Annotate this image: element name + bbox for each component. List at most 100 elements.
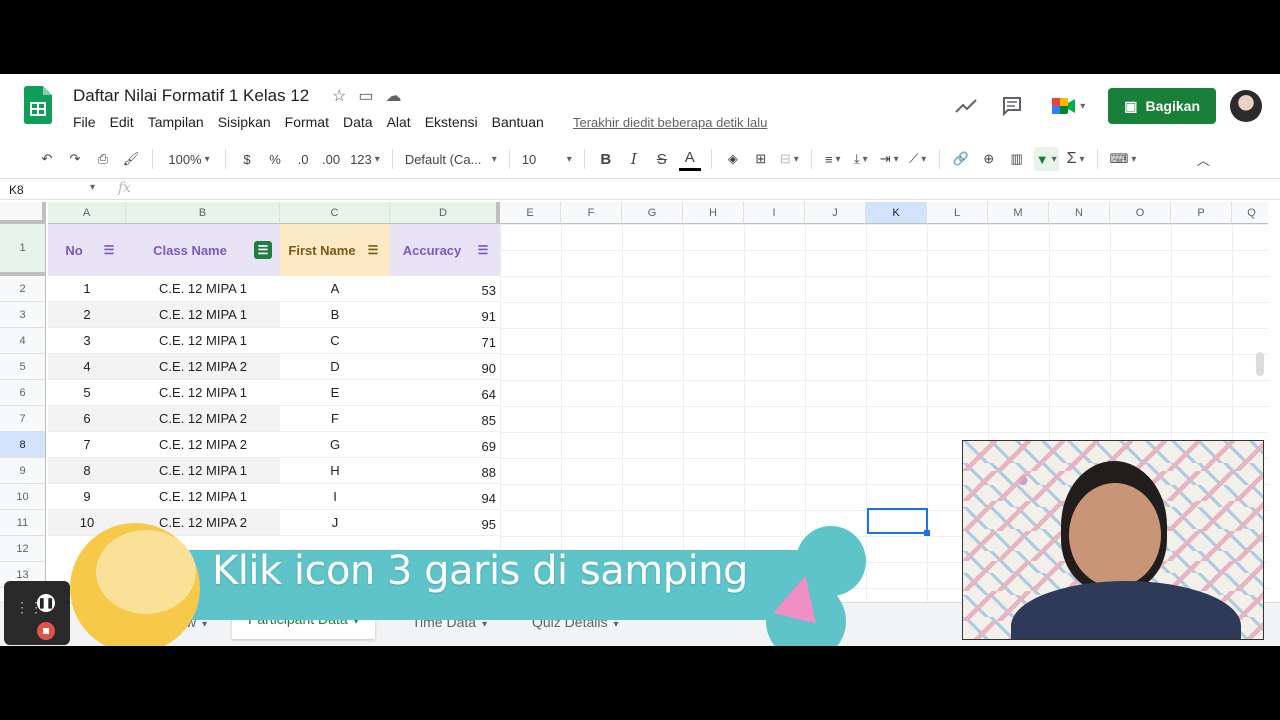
filter-list-icon[interactable]: ☰ bbox=[100, 241, 118, 259]
collapse-toolbar-icon[interactable]: ︿ bbox=[1192, 147, 1214, 171]
font-select[interactable]: Default (Ca... bbox=[403, 147, 499, 171]
menu-extensions[interactable]: Ekstensi bbox=[425, 114, 478, 130]
column-header-p[interactable]: P bbox=[1171, 202, 1232, 224]
menu-format[interactable]: Format bbox=[285, 114, 329, 130]
text-wrap-icon[interactable]: ⇥ bbox=[878, 147, 901, 171]
column-header-h[interactable]: H bbox=[683, 202, 744, 224]
row-header-11[interactable]: 11 bbox=[0, 510, 46, 536]
table-cell-class[interactable]: C.E. 12 MIPA 1 bbox=[126, 458, 280, 484]
font-size-select[interactable]: 10 bbox=[520, 147, 574, 171]
comments-icon[interactable] bbox=[996, 90, 1028, 122]
row-header-5[interactable]: 5 bbox=[0, 354, 46, 380]
table-cell-class[interactable]: C.E. 12 MIPA 2 bbox=[126, 354, 280, 380]
select-all-corner[interactable] bbox=[0, 202, 46, 224]
row-header-7[interactable]: 7 bbox=[0, 406, 46, 432]
filter-icon[interactable]: ▼ bbox=[1033, 147, 1059, 171]
bold-icon[interactable]: B bbox=[595, 147, 617, 171]
more-formats-select[interactable]: 123 bbox=[348, 147, 382, 171]
share-button[interactable]: ▣ Bagikan bbox=[1108, 88, 1216, 124]
menu-edit[interactable]: Edit bbox=[110, 114, 134, 130]
currency-format-button[interactable]: $ bbox=[236, 147, 258, 171]
stop-recording-button[interactable] bbox=[37, 622, 55, 640]
table-cell-no[interactable]: 6 bbox=[48, 406, 126, 432]
trending-icon[interactable] bbox=[950, 90, 982, 122]
insert-comment-icon[interactable]: ⊕ bbox=[978, 147, 1000, 171]
column-header-q[interactable]: Q bbox=[1232, 202, 1268, 224]
table-cell-first-name[interactable]: C bbox=[280, 328, 390, 354]
table-cell-no[interactable]: 4 bbox=[48, 354, 126, 380]
text-color-icon[interactable]: A bbox=[678, 147, 701, 171]
horizontal-align-icon[interactable]: ≡ bbox=[822, 147, 844, 171]
column-header-e[interactable]: E bbox=[500, 202, 561, 224]
table-cell-class[interactable]: C.E. 12 MIPA 1 bbox=[126, 276, 280, 302]
table-cell-no[interactable]: 3 bbox=[48, 328, 126, 354]
insert-link-icon[interactable]: 🔗 bbox=[950, 147, 972, 171]
strikethrough-icon[interactable]: S bbox=[651, 147, 673, 171]
table-cell-first-name[interactable]: F bbox=[280, 406, 390, 432]
table-cell-no[interactable]: 2 bbox=[48, 302, 126, 328]
merge-cells-icon[interactable]: ⊟ bbox=[778, 147, 801, 171]
undo-icon[interactable]: ↶ bbox=[36, 147, 58, 171]
header-cell-first-name[interactable]: First Name ☰ bbox=[280, 224, 390, 276]
filter-list-icon[interactable]: ☰ bbox=[474, 241, 492, 259]
move-folder-icon[interactable]: ▭ bbox=[358, 86, 373, 106]
functions-icon[interactable]: Σ bbox=[1065, 147, 1087, 171]
row-header-9[interactable]: 9 bbox=[0, 458, 46, 484]
column-header-b[interactable]: B bbox=[126, 202, 280, 224]
redo-icon[interactable]: ↷ bbox=[64, 147, 86, 171]
table-cell-class[interactable]: C.E. 12 MIPA 2 bbox=[126, 406, 280, 432]
table-cell-first-name[interactable]: G bbox=[280, 432, 390, 458]
row-header-3[interactable]: 3 bbox=[0, 302, 46, 328]
column-header-l[interactable]: L bbox=[927, 202, 988, 224]
paint-format-icon[interactable]: 🖌 bbox=[120, 147, 142, 171]
table-cell-accuracy[interactable]: 88 bbox=[390, 458, 500, 484]
chevron-down-icon[interactable]: ▾ bbox=[90, 182, 95, 193]
column-header-a[interactable]: A bbox=[48, 202, 126, 224]
table-cell-class[interactable]: C.E. 12 MIPA 1 bbox=[126, 302, 280, 328]
column-header-f[interactable]: F bbox=[561, 202, 622, 224]
column-header-o[interactable]: O bbox=[1110, 202, 1171, 224]
menu-view[interactable]: Tampilan bbox=[148, 114, 204, 130]
pause-recording-button[interactable]: ❚❚ bbox=[37, 594, 55, 612]
menu-data[interactable]: Data bbox=[343, 114, 373, 130]
column-header-n[interactable]: N bbox=[1049, 202, 1110, 224]
table-cell-class[interactable]: C.E. 12 MIPA 2 bbox=[126, 432, 280, 458]
zoom-select[interactable]: 100% bbox=[163, 147, 215, 171]
row-header-8[interactable]: 8 bbox=[0, 432, 46, 458]
table-cell-no[interactable]: 9 bbox=[48, 484, 126, 510]
meet-button[interactable]: ▾ bbox=[1042, 90, 1094, 122]
table-cell-class[interactable]: C.E. 12 MIPA 1 bbox=[126, 380, 280, 406]
italic-icon[interactable]: I bbox=[623, 147, 645, 171]
selected-cell-k8[interactable] bbox=[867, 508, 930, 536]
vertical-align-icon[interactable]: ⤓ bbox=[850, 147, 872, 171]
column-header-j[interactable]: J bbox=[805, 202, 866, 224]
print-icon[interactable]: ⎙ bbox=[92, 147, 114, 171]
insert-chart-icon[interactable]: ▥ bbox=[1006, 147, 1028, 171]
table-cell-accuracy[interactable]: 69 bbox=[390, 432, 500, 458]
fill-color-icon[interactable]: ◈ bbox=[722, 147, 744, 171]
row-header-10[interactable]: 10 bbox=[0, 484, 46, 510]
table-cell-class[interactable]: C.E. 12 MIPA 1 bbox=[126, 484, 280, 510]
percent-format-button[interactable]: % bbox=[264, 147, 286, 171]
table-cell-first-name[interactable]: H bbox=[280, 458, 390, 484]
name-box[interactable]: K8 bbox=[9, 183, 24, 197]
vertical-scrollbar-thumb[interactable] bbox=[1256, 352, 1264, 376]
column-header-c[interactable]: C bbox=[280, 202, 390, 224]
table-cell-first-name[interactable]: B bbox=[280, 302, 390, 328]
row-header-2[interactable]: 2 bbox=[0, 276, 46, 302]
header-cell-no[interactable]: No ☰ bbox=[48, 224, 126, 276]
column-header-g[interactable]: G bbox=[622, 202, 683, 224]
table-cell-first-name[interactable]: E bbox=[280, 380, 390, 406]
header-cell-accuracy[interactable]: Accuracy ☰ bbox=[390, 224, 500, 276]
document-title[interactable]: Daftar Nilai Formatif 1 Kelas 12 bbox=[73, 86, 309, 106]
menu-tools[interactable]: Alat bbox=[387, 114, 411, 130]
table-cell-class[interactable]: C.E. 12 MIPA 1 bbox=[126, 328, 280, 354]
sheets-logo-icon[interactable] bbox=[24, 86, 52, 124]
star-icon[interactable]: ☆ bbox=[332, 86, 346, 106]
account-avatar[interactable] bbox=[1230, 90, 1262, 122]
filter-active-icon[interactable]: ☰ bbox=[254, 241, 272, 259]
increase-decimal-button[interactable]: .00 bbox=[320, 147, 342, 171]
table-cell-accuracy[interactable]: 71 bbox=[390, 328, 500, 354]
decrease-decimal-button[interactable]: .0 bbox=[292, 147, 314, 171]
menu-file[interactable]: File bbox=[73, 114, 96, 130]
